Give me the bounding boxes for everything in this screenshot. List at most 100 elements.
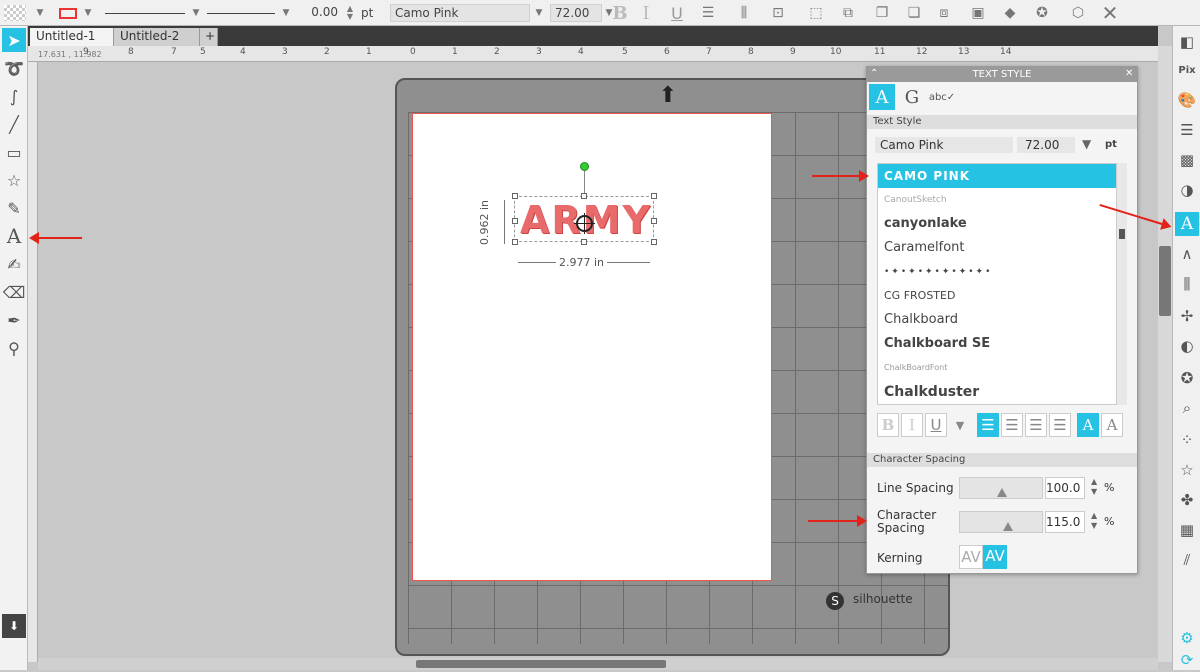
puzzle-icon[interactable]: ✤ [1175,488,1199,512]
underline-dropdown-icon[interactable]: ▼ [949,413,971,437]
hatch-icon[interactable]: ⫽ [1175,548,1199,572]
font-item[interactable]: •✦•✦•✦•✦•✦•✦• [878,260,1116,284]
font-item[interactable]: CanoutSketch [878,188,1116,212]
underline-button[interactable]: U [666,3,688,23]
tab-glyphs[interactable]: G [899,84,925,110]
italic-button[interactable]: I [901,413,923,437]
font-name-input[interactable]: Camo Pink [875,137,1013,153]
horizontal-scrollbar[interactable] [38,658,1158,670]
offset-star-icon[interactable]: ✪ [1175,366,1199,390]
rotate-handle[interactable] [580,162,589,171]
kerning-off-button[interactable]: AV [959,545,983,569]
group-icon[interactable]: ⬚ [804,3,828,23]
star-tool-icon[interactable]: ☆ [2,168,26,192]
font-item[interactable]: ChalkBoardFont [878,356,1116,380]
font-item[interactable]: Chalkduster [878,380,1116,404]
replicate-icon[interactable]: ◐ [1175,334,1199,358]
font-list-scroll-thumb[interactable] [1119,229,1125,239]
fill-dropdown-icon[interactable]: ▼ [34,3,46,23]
text-edit-icon[interactable]: ✍ [2,252,26,276]
font-size-input[interactable]: 72.00 [1017,137,1075,153]
align-left-icon[interactable]: ☰ [696,3,720,23]
line-spacing-slider[interactable] [959,477,1043,499]
font-item[interactable]: Caramelfont [878,236,1116,260]
font-item[interactable]: CG FROSTED [878,284,1116,308]
bring-forward-icon[interactable]: ❐ [870,3,894,23]
align-panel-icon[interactable]: ⫼ [1175,272,1199,296]
bold-button[interactable]: B [610,3,630,24]
vertical-scrollbar[interactable] [1158,46,1172,662]
align-center-button[interactable]: ☰ [1001,413,1023,437]
vertical-text-button[interactable]: A [1101,413,1123,437]
page-setup-icon[interactable]: ◧ [1175,30,1199,54]
italic-button[interactable]: I [636,3,656,24]
line-width-selector[interactable] [206,3,276,23]
fill-swatch[interactable] [2,3,28,23]
transform-icon[interactable]: ✢ [1175,304,1199,328]
align-objects-icon[interactable]: ⫼ [732,3,756,23]
font-name-field[interactable]: Camo Pink [390,4,530,22]
pencil-tool-icon[interactable]: ✎ [2,196,26,220]
settings-gear-icon[interactable]: ⚙ [1175,626,1199,650]
edit-points-icon[interactable]: ∫ [2,84,26,108]
resize-handle[interactable] [512,193,518,199]
add-tab-button[interactable]: + [200,28,218,46]
font-item[interactable]: Chalkboard SE [878,332,1116,356]
horizontal-scroll-thumb[interactable] [416,660,666,668]
knife-tool-icon[interactable]: ✒ [2,308,26,332]
bold-button[interactable]: B [877,413,899,437]
weld-icon[interactable]: ◆ [998,3,1022,23]
resize-handle[interactable] [512,239,518,245]
line-width-input[interactable]: 0.00 [300,4,342,22]
line-color-swatch[interactable] [56,3,80,23]
align-left-button[interactable]: ☰ [977,413,999,437]
copy-icon[interactable]: ⧈ [932,3,956,23]
line-style-selector[interactable] [104,3,186,23]
close-panel-icon[interactable]: ✕ [1125,68,1133,79]
line-width-dropdown-icon[interactable]: ▼ [280,3,292,23]
align-right-button[interactable]: ☰ [1025,413,1047,437]
kerning-on-button[interactable]: AV [983,545,1007,569]
char-spacing-stepper-icon[interactable]: ▲ ▼ [1091,511,1097,531]
close-icon[interactable]: ✕ [1098,1,1122,25]
eyedropper-tool-icon[interactable]: ⚲ [2,336,26,360]
trace-icon[interactable]: ⌕ [1175,396,1199,420]
design-page[interactable] [412,113,772,581]
lasso-tool-icon[interactable]: ➰ [2,56,26,80]
line-color-dropdown-icon[interactable]: ▼ [82,3,94,23]
char-spacing-slider[interactable] [959,511,1043,533]
sync-icon[interactable]: ⟳ [1175,648,1199,672]
line-width-stepper-icon[interactable]: ▲ ▼ [344,3,356,23]
vertical-scroll-thumb[interactable] [1159,246,1171,316]
download-icon[interactable]: ⬇ [2,614,26,638]
tab-text-style[interactable]: A [869,84,895,110]
font-item[interactable]: Chalkboard [878,308,1116,332]
line-spacing-input[interactable]: 100.0 [1045,477,1085,499]
justify-button[interactable]: ☰ [1049,413,1071,437]
pixscan-icon[interactable]: Pix [1175,58,1199,82]
layers-icon[interactable]: ▦ [1175,518,1199,542]
pattern-icon[interactable]: ▩ [1175,148,1199,172]
font-item[interactable]: CAMO PINK [878,164,1116,188]
font-list[interactable]: CAMO PINK CanoutSketch canyonlake Carame… [877,163,1117,405]
rectangle-tool-icon[interactable]: ▭ [2,140,26,164]
font-item[interactable]: canyonlake [878,212,1116,236]
tab-untitled-2[interactable]: Untitled-2 [114,28,200,46]
star-outline-icon[interactable]: ☆ [1175,458,1199,482]
tab-untitled-1[interactable]: Untitled-1 [30,28,114,46]
char-spacing-input[interactable]: 115.0 [1045,511,1085,533]
line-style-dropdown-icon[interactable]: ▼ [190,3,202,23]
text-path-icon[interactable]: ∧ [1175,242,1199,266]
collapse-panel-icon[interactable]: ⌃ [870,68,878,79]
tab-spellcheck-icon[interactable]: abc✓ [929,84,955,110]
eraser-tool-icon[interactable]: ⌫ [2,280,26,304]
badge-star-icon[interactable]: ✪ [1030,3,1054,23]
text-style-icon[interactable]: A [1175,212,1199,236]
dots-icon[interactable]: ⁘ [1175,428,1199,452]
duplicate-icon[interactable]: ▣ [966,3,990,23]
3d-box-icon[interactable]: ⬡ [1066,3,1090,23]
line-tool-icon[interactable]: ╱ [2,112,26,136]
horizontal-text-button[interactable]: A [1077,413,1099,437]
line-style-icon[interactable]: ☰ [1175,118,1199,142]
font-size-dropdown-icon[interactable]: ▼ [1082,137,1091,151]
